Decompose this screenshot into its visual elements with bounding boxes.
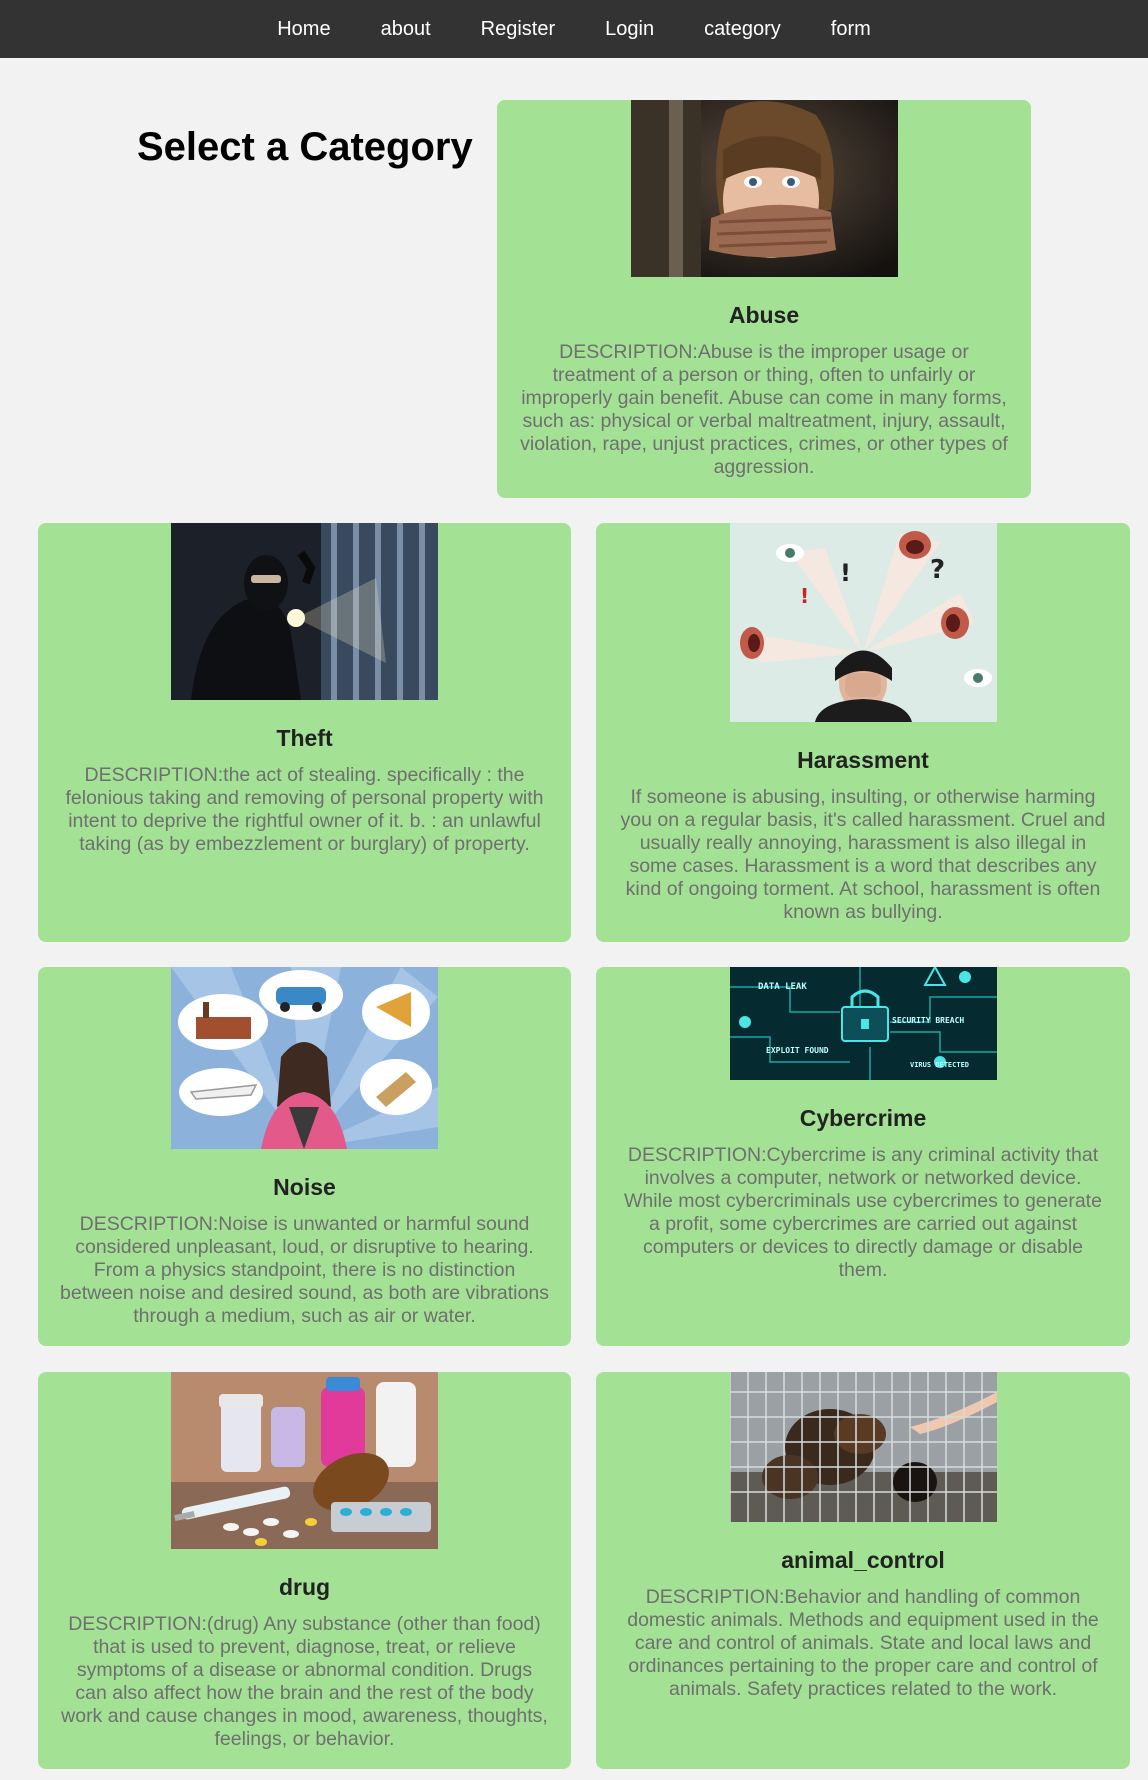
cyber-label-exploit-found: EXPLOIT FOUND bbox=[766, 1046, 829, 1055]
svg-text:!: ! bbox=[800, 584, 809, 608]
category-description: If someone is abusing, insulting, or oth… bbox=[620, 786, 1106, 923]
category-card-cybercrime[interactable]: DATA LEAK SECURITY BREACH EXPLOIT FOUND … bbox=[596, 967, 1130, 1346]
category-description: DESCRIPTION:Abuse is the improper usage … bbox=[520, 341, 1008, 478]
category-description: DESCRIPTION:Behavior and handling of com… bbox=[627, 1586, 1099, 1700]
svg-text:!: ! bbox=[840, 559, 851, 587]
noise-image bbox=[171, 967, 438, 1149]
category-card-harassment[interactable]: ? ! ! Harassment If someone is abusing, … bbox=[596, 523, 1130, 942]
nav-link-about[interactable]: about bbox=[356, 18, 456, 41]
category-title[interactable]: animal_control bbox=[781, 1547, 945, 1574]
nav-link-login[interactable]: Login bbox=[580, 18, 679, 41]
category-card-theft[interactable]: Theft DESCRIPTION:the act of stealing. s… bbox=[38, 523, 571, 942]
category-title[interactable]: Cybercrime bbox=[800, 1105, 927, 1132]
abuse-image bbox=[630, 100, 898, 277]
category-description: DESCRIPTION:the act of stealing. specifi… bbox=[65, 764, 544, 855]
svg-text:?: ? bbox=[930, 555, 945, 585]
category-card-abuse[interactable]: Abuse DESCRIPTION:Abuse is the improper … bbox=[497, 100, 1031, 498]
category-card-noise[interactable]: Noise DESCRIPTION:Noise is unwanted or h… bbox=[38, 967, 571, 1346]
top-navbar: Home about Register Login category form bbox=[0, 0, 1148, 58]
harassment-image: ? ! ! bbox=[729, 523, 997, 722]
page-title: Select a Category bbox=[137, 125, 473, 169]
category-title[interactable]: Noise bbox=[273, 1174, 336, 1201]
category-description: DESCRIPTION:(drug) Any substance (other … bbox=[61, 1613, 548, 1750]
theft-image bbox=[171, 523, 438, 700]
category-title[interactable]: drug bbox=[279, 1574, 330, 1601]
category-card-drug[interactable]: drug DESCRIPTION:(drug) Any substance (o… bbox=[38, 1372, 571, 1769]
category-title[interactable]: Theft bbox=[276, 725, 332, 752]
nav-link-register[interactable]: Register bbox=[456, 18, 580, 41]
cyber-label-virus-detected: VIRUS DETECTED bbox=[910, 1061, 969, 1069]
cybercrime-image: DATA LEAK SECURITY BREACH EXPLOIT FOUND … bbox=[729, 967, 997, 1080]
cyber-label-security-breach: SECURITY BREACH bbox=[892, 1016, 964, 1025]
cyber-label-data-leak: DATA LEAK bbox=[758, 982, 807, 992]
nav-link-category[interactable]: category bbox=[679, 18, 806, 41]
animal-control-image bbox=[729, 1372, 997, 1522]
category-description: DESCRIPTION:Cybercrime is any criminal a… bbox=[624, 1144, 1102, 1281]
category-title[interactable]: Harassment bbox=[797, 747, 929, 774]
nav-link-home[interactable]: Home bbox=[252, 18, 355, 41]
category-title[interactable]: Abuse bbox=[729, 302, 799, 329]
category-card-animal-control[interactable]: animal_control DESCRIPTION:Behavior and … bbox=[596, 1372, 1130, 1769]
category-description: DESCRIPTION:Noise is unwanted or harmful… bbox=[60, 1213, 549, 1327]
drug-image bbox=[171, 1372, 438, 1549]
nav-link-form[interactable]: form bbox=[806, 18, 896, 41]
